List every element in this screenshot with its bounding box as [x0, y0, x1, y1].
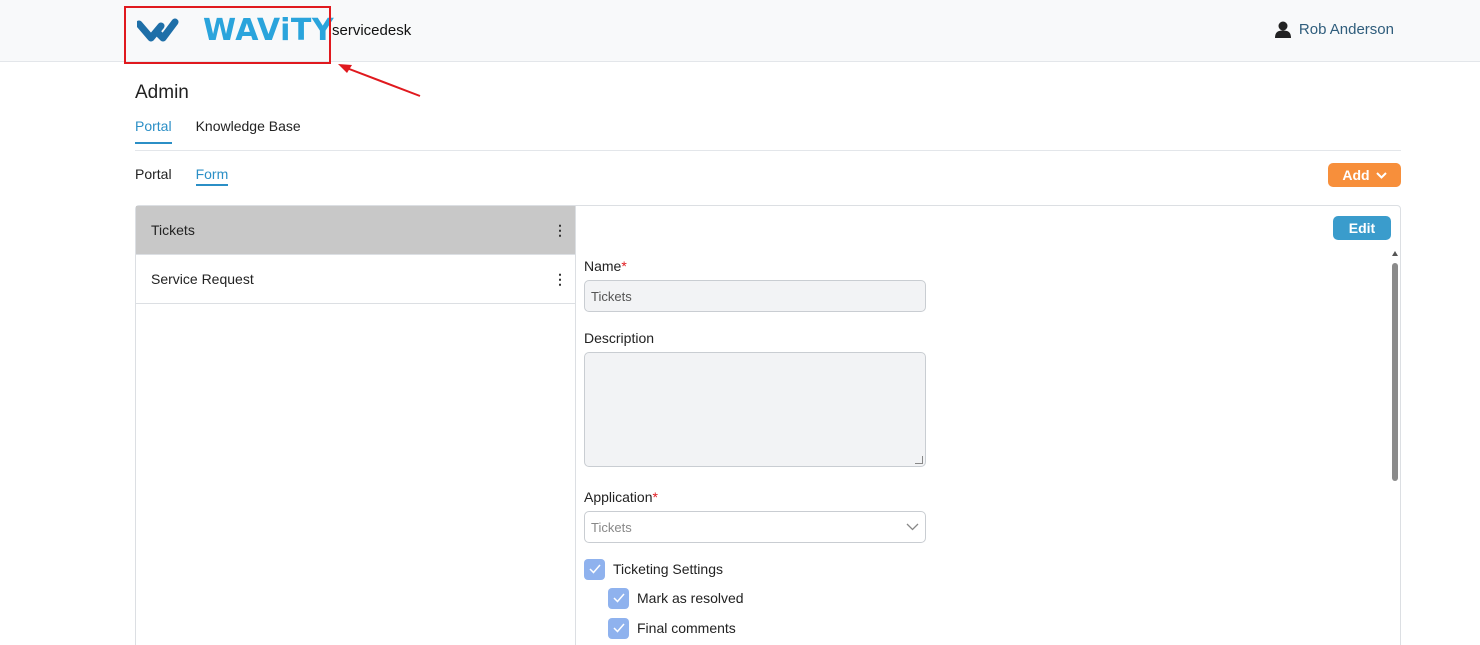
checkbox-label: Mark as resolved: [637, 590, 744, 606]
user-menu[interactable]: Rob Anderson: [1274, 21, 1394, 38]
application-select[interactable]: Tickets: [584, 511, 926, 543]
name-label: Name*: [584, 258, 944, 274]
required-marker: *: [652, 489, 658, 505]
chevron-down-icon: [1375, 171, 1387, 179]
main-tabs: Portal Knowledge Base: [135, 118, 301, 144]
resize-handle-icon[interactable]: [915, 456, 923, 464]
check-icon: [588, 564, 601, 574]
form-list: Tickets ⋮ Service Request ⋮: [136, 206, 576, 645]
tab-portal[interactable]: Portal: [135, 118, 172, 144]
chevron-down-icon: [906, 523, 919, 531]
page-title: Admin: [135, 82, 189, 103]
checkbox[interactable]: [608, 587, 629, 609]
checkbox-label: Ticketing Settings: [613, 561, 723, 577]
user-icon: [1274, 21, 1291, 38]
list-item-tickets[interactable]: Tickets ⋮: [136, 206, 575, 255]
add-button[interactable]: Add: [1328, 163, 1401, 187]
forms-panel: Tickets ⋮ Service Request ⋮ Edit Name* D…: [135, 205, 1401, 645]
description-label: Description: [584, 330, 655, 346]
list-item-service-request[interactable]: Service Request ⋮: [136, 255, 575, 304]
checkbox[interactable]: [584, 558, 605, 580]
name-label-text: Name: [584, 258, 622, 274]
annotation-arrow-icon: [338, 64, 421, 97]
name-field[interactable]: [584, 280, 926, 312]
product-name: servicedesk: [332, 22, 412, 39]
checkbox-label: Final comments: [637, 620, 736, 636]
check-icon: [612, 593, 625, 603]
mark-as-resolved-checkbox-row[interactable]: Mark as resolved: [608, 587, 944, 609]
scrollbar[interactable]: [1391, 251, 1399, 645]
logo-highlight-box: [124, 6, 331, 64]
check-icon: [612, 623, 625, 633]
user-name: Rob Anderson: [1298, 21, 1394, 38]
add-button-label: Add: [1342, 167, 1370, 183]
kebab-menu-icon[interactable]: ⋮: [553, 271, 567, 288]
form-details: Name* Description Application* Tickets T…: [584, 258, 944, 639]
application-label: Application*: [584, 489, 944, 505]
scroll-thumb[interactable]: [1392, 263, 1398, 481]
scroll-up-arrow-icon[interactable]: [1392, 251, 1398, 256]
list-item-label: Tickets: [151, 222, 195, 238]
kebab-menu-icon[interactable]: ⋮: [553, 222, 567, 239]
application-label-text: Application: [584, 489, 653, 505]
checkbox[interactable]: [608, 617, 629, 639]
ticketing-settings-checkbox-row[interactable]: Ticketing Settings: [584, 558, 944, 580]
tabs-divider: [135, 150, 1401, 151]
subtab-portal[interactable]: Portal: [135, 166, 172, 186]
sub-tabs: Portal Form: [135, 166, 229, 186]
edit-button[interactable]: Edit: [1333, 216, 1391, 240]
required-marker: *: [621, 258, 627, 274]
subtab-form[interactable]: Form: [195, 166, 229, 186]
list-item-label: Service Request: [151, 271, 254, 287]
final-comments-checkbox-row[interactable]: Final comments: [608, 617, 944, 639]
description-field[interactable]: [584, 352, 926, 467]
application-value: Tickets: [591, 519, 632, 535]
tab-knowledge-base[interactable]: Knowledge Base: [196, 118, 301, 144]
